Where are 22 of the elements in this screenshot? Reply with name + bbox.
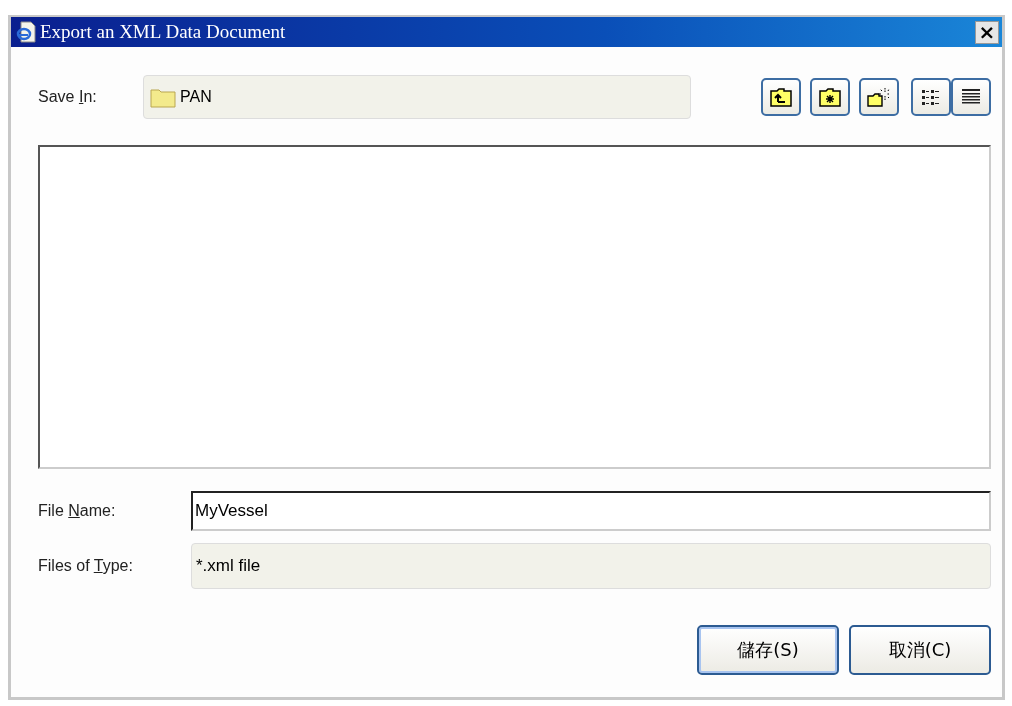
close-button[interactable]: × [975, 20, 999, 44]
file-type-dropdown[interactable]: *.xml file [191, 543, 991, 589]
file-name-field[interactable]: MyVessel [191, 491, 991, 531]
cancel-button[interactable]: 取消(C) [849, 625, 991, 675]
folder-up-icon [770, 87, 792, 107]
new-folder-button[interactable] [810, 78, 850, 116]
details-view-button[interactable] [951, 78, 991, 116]
save-button[interactable]: 儲存(S) [697, 625, 839, 675]
folder-dropdown[interactable]: PAN [143, 75, 691, 119]
folder-icon [150, 86, 176, 108]
list-view-icon [920, 87, 942, 107]
folder-star-icon [819, 87, 841, 107]
folder-sparkle-icon [867, 87, 891, 107]
details-view-icon [960, 87, 982, 107]
save-in-label: Save In: [38, 88, 98, 106]
file-type-label: Files of Type: [38, 557, 134, 575]
window-title: Export an XML Data Document [40, 21, 287, 43]
list-view-button[interactable] [911, 78, 951, 116]
file-name-label: File Name: [38, 502, 117, 520]
new-item-button[interactable] [859, 78, 899, 116]
document-icon [16, 21, 36, 43]
up-folder-button[interactable] [761, 78, 801, 116]
